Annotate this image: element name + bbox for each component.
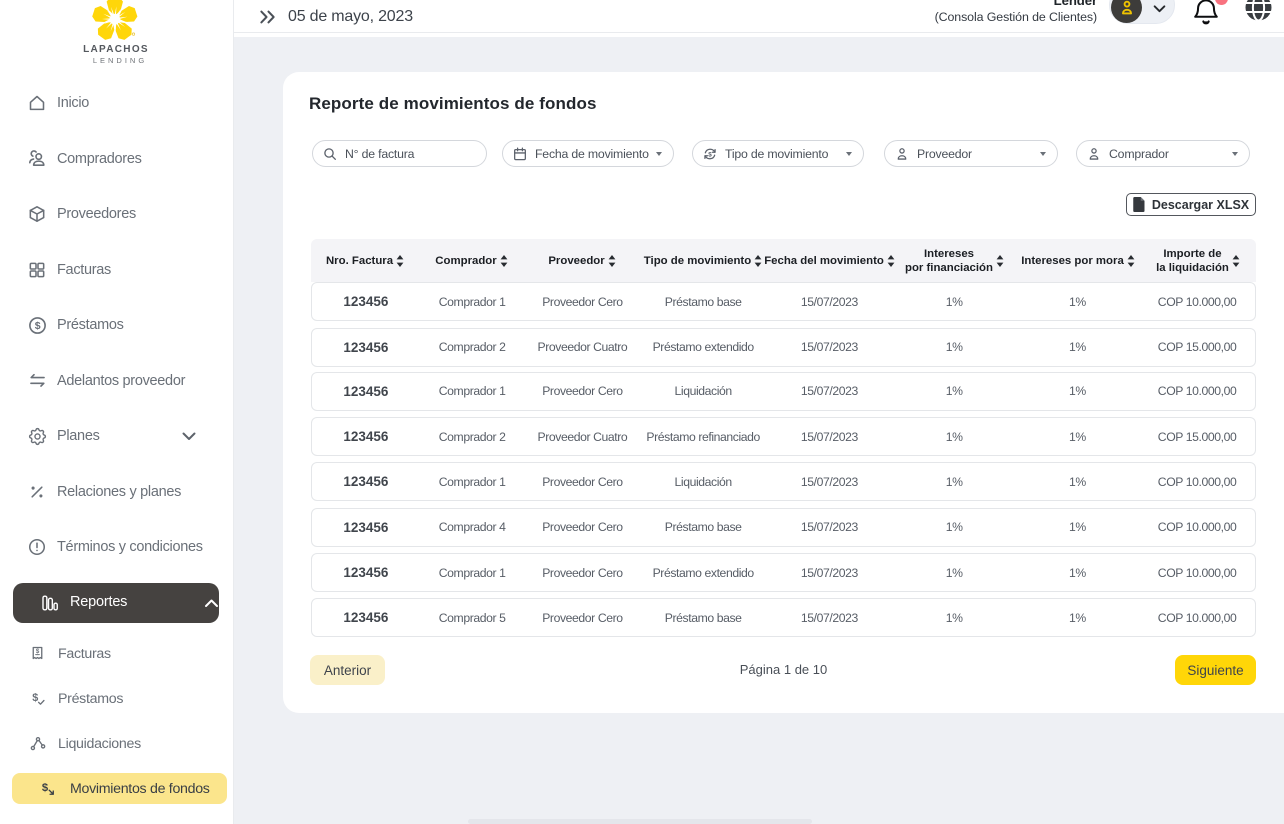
svg-text:$: $: [35, 320, 41, 332]
svg-text:$: $: [36, 648, 40, 655]
svg-text:$: $: [42, 781, 49, 793]
svg-text:$: $: [708, 151, 712, 158]
svg-text:$: $: [32, 691, 38, 703]
